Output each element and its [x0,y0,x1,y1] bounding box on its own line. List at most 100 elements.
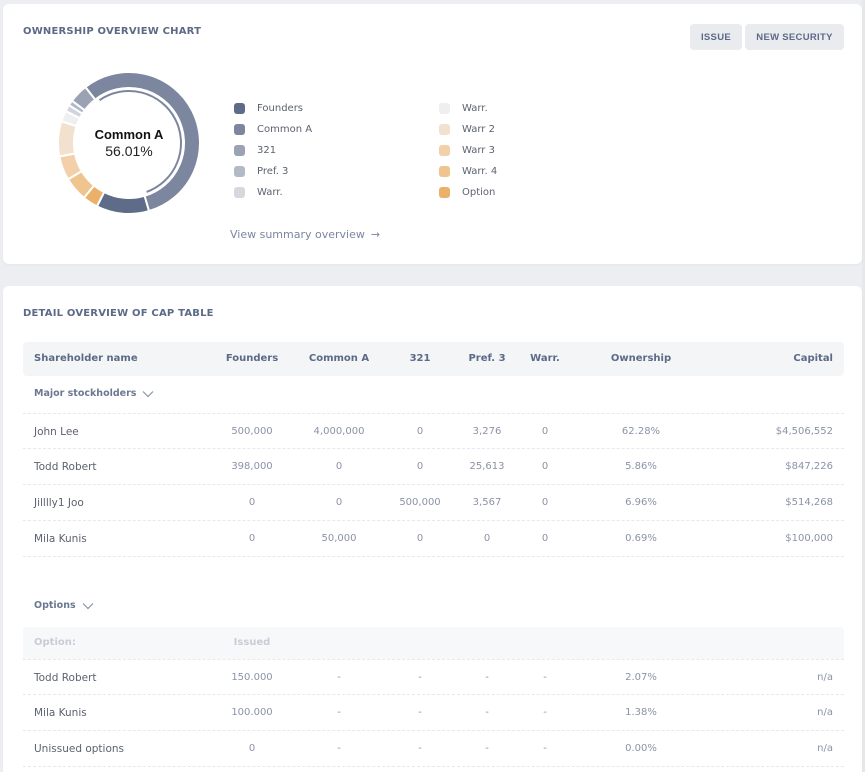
table-row[interactable]: Todd Robert 150.000 - - - - 2.07% n/a [23,659,844,695]
legend-swatch [234,124,245,135]
column-header-capital[interactable]: Capital [793,342,833,376]
options-subheader-issued: Issued [233,637,271,648]
column-header-warr[interactable]: Warr. [530,342,560,376]
group-toggle-options[interactable]: Options [34,600,94,611]
cell-founders: 500,000 [231,426,273,437]
cell-321: - [418,707,422,718]
options-subheader-option: Option: [34,637,76,648]
legend-label: Founders [257,103,304,114]
cell-ownership: 62.28% [621,426,661,437]
cap-table-title: DETAIL OVERVIEW OF CAP TABLE [23,308,214,319]
cell-capital: n/a [817,743,833,754]
column-header-shareholder-name[interactable]: Shareholder name [34,342,138,376]
legend-item[interactable]: Common A [234,119,312,140]
table-row[interactable]: Unissued options 0 - - - - 0.00% n/a [23,731,844,767]
legend-item[interactable]: Warr 2 [439,119,497,140]
cell-pref-3: 3,567 [472,497,502,508]
view-summary-overview-link[interactable]: View summary overview → [230,228,380,241]
group-label: Options [34,600,76,611]
shareholder-name: John Lee [34,426,79,438]
legend-swatch [234,187,245,198]
chevron-down-icon [143,390,154,397]
cell-founders: 0 [248,497,256,508]
legend-label: Option [462,187,496,198]
legend-label: Warr. [257,187,283,198]
cell-capital: $4,506,552 [775,426,833,437]
cell-capital: n/a [817,672,833,683]
donut-center-value: 56.01% [105,142,153,159]
cell-warr: 0 [541,461,549,472]
table-row[interactable]: Jilllly1 Joo 0 0 500,000 3,567 0 6.96% $514,268 [23,485,844,521]
cell-321: - [418,743,422,754]
cell-founders: 398,000 [231,461,273,472]
chart-legend-right: Warr. Warr 2 Warr 3 Warr. 4 Option [439,98,497,203]
cell-capital: $100,000 [785,533,833,544]
cell-common-a: 0 [335,497,343,508]
new-security-button[interactable]: NEW SECURITY [745,24,844,50]
shareholder-name: Todd Robert [34,672,97,684]
legend-swatch [439,103,450,114]
cell-pref-3: - [485,707,489,718]
column-header-321[interactable]: 321 [410,342,431,376]
cell-common-a: 4,000,000 [313,426,365,437]
cell-321: 0 [416,461,424,472]
cap-table-header: Shareholder name Founders Common A 321 Pref.… [23,342,844,376]
cell-ownership: 5.86% [625,461,657,472]
legend-item[interactable]: Pref. 3 [234,161,312,182]
cell-common-a: 0 [335,461,343,472]
donut-center-name: Common A [94,126,164,142]
cell-pref-3: - [485,743,489,754]
cell-321: - [418,672,422,683]
cell-warr: 0 [541,497,549,508]
shareholder-name: Jilllly1 Joo [34,497,84,509]
cell-capital: $847,226 [785,461,833,472]
table-row[interactable]: Mila Kunis 0 50,000 0 0 0 0.69% $100,000 [23,521,844,557]
cell-pref-3: 25,613 [469,461,505,472]
cell-founders: 0 [248,533,256,544]
legend-label: Warr 3 [462,145,495,156]
cell-warr: 0 [541,426,549,437]
table-row[interactable]: Todd Robert 398,000 0 0 25,613 0 5.86% $847,226 [23,449,844,485]
cell-warr: 0 [541,533,549,544]
legend-item[interactable]: Founders [234,98,312,119]
cell-pref-3: 3,276 [472,426,502,437]
shareholder-name: Mila Kunis [34,707,87,719]
legend-swatch [234,103,245,114]
cell-warr: - [543,672,547,683]
column-header-pref-3[interactable]: Pref. 3 [468,342,505,376]
cell-common-a: 50,000 [321,533,357,544]
group-label: Major stockholders [34,388,137,399]
legend-item[interactable]: Warr. [439,98,497,119]
options-subheader: Option: Issued [23,627,844,659]
cell-warr: - [543,743,547,754]
legend-label: Pref. 3 [257,166,289,177]
column-header-founders[interactable]: Founders [226,342,278,376]
legend-item[interactable]: Warr. [234,182,312,203]
legend-swatch [439,145,450,156]
shareholder-name: Mila Kunis [34,533,87,545]
legend-item[interactable]: Option [439,182,497,203]
legend-label: Warr. 4 [462,166,498,177]
chart-card-title: OWNERSHIP OVERVIEW CHART [23,26,202,37]
table-row[interactable]: John Lee 500,000 4,000,000 0 3,276 0 62.28% $4,… [23,413,844,449]
cell-common-a: - [337,743,341,754]
cell-pref-3: 0 [483,533,491,544]
chart-legend-left: Founders Common A 321 Pref. 3 Warr. [234,98,312,203]
table-row[interactable]: Mila Kunis 100.000 - - - - 1.38% n/a [23,695,844,731]
shareholder-name: Unissued options [34,743,124,755]
legend-label: 321 [257,145,277,156]
legend-item[interactable]: 321 [234,140,312,161]
cell-pref-3: - [485,672,489,683]
cell-warr: - [543,707,547,718]
shareholder-name: Todd Robert [34,461,97,473]
chevron-down-icon [82,602,94,609]
issue-button[interactable]: ISSUE [690,24,742,50]
group-toggle-major-stockholders[interactable]: Major stockholders [34,388,154,399]
legend-swatch [439,166,450,177]
legend-swatch [439,187,450,198]
legend-item[interactable]: Warr. 4 [439,161,497,182]
legend-item[interactable]: Warr 3 [439,140,497,161]
column-header-ownership[interactable]: Ownership [611,342,671,376]
arrow-right-icon: → [370,228,381,241]
column-header-common-a[interactable]: Common A [309,342,369,376]
